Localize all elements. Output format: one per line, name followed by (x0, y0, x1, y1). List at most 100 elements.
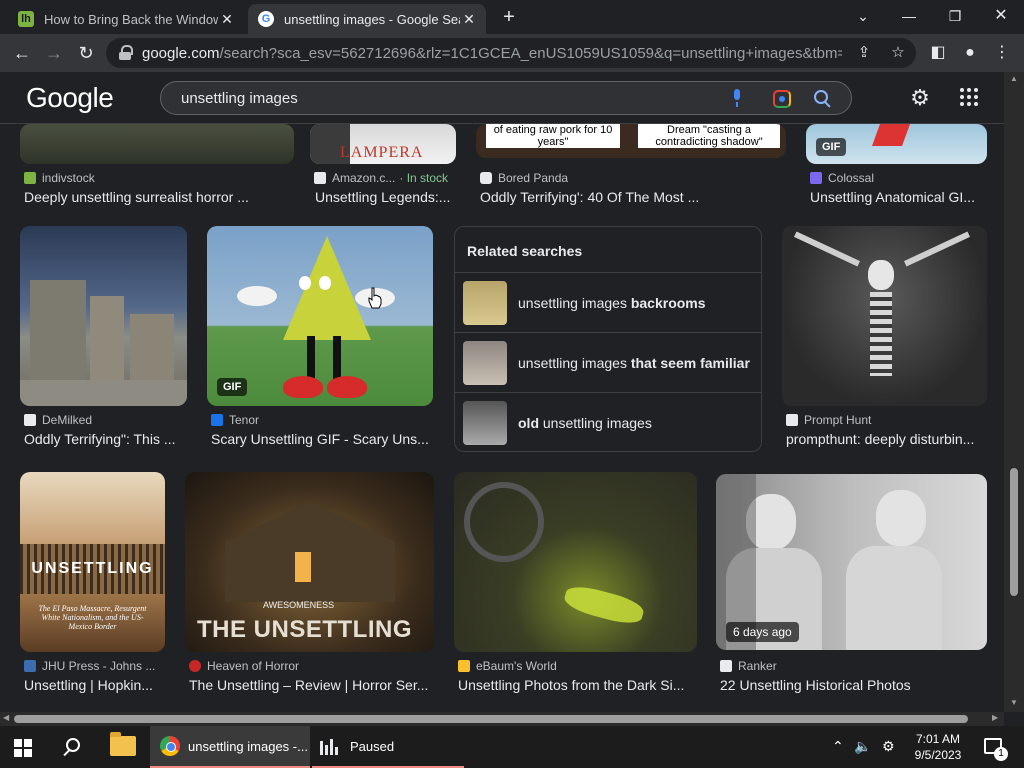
system-clock[interactable]: 7:01 AM 9/5/2023 (908, 731, 968, 763)
profile-icon[interactable]: ● (958, 41, 982, 65)
result-source[interactable]: Colossal (810, 171, 874, 185)
star-icon[interactable]: ☆ (888, 43, 908, 63)
result-caption[interactable]: Unsettling Anatomical GI... (810, 189, 988, 205)
new-tab-icon[interactable]: + (498, 7, 520, 29)
related-thumbnail (463, 280, 507, 325)
gif-badge: GIF (816, 138, 847, 156)
back-icon[interactable]: ← (10, 41, 34, 65)
related-thumbnail (463, 340, 507, 385)
image-thumbnail[interactable]: 6 days ago (716, 474, 987, 650)
image-thumbnail[interactable] (782, 226, 987, 406)
related-search-text[interactable]: unsettling images that seem familiar (518, 355, 750, 371)
tab-strip: lh How to Bring Back the Windows ✕ G uns… (0, 0, 1024, 34)
lock-icon[interactable] (118, 45, 133, 61)
speaker-icon[interactable]: 🔈 (854, 738, 871, 755)
cover-text: LAMPERA (340, 144, 424, 161)
result-source[interactable]: JHU Press - Johns ... (24, 659, 155, 673)
ranker-icon (720, 660, 732, 672)
windows-taskbar: unsettling images -... Paused ⌃ 🔈 ⚙ 7:01… (0, 726, 1024, 768)
demilked-icon (24, 414, 36, 426)
related-search-item[interactable]: unsettling images that seem familiar (455, 332, 761, 392)
taskbar-recorder-window[interactable]: Paused (312, 726, 464, 768)
image-thumbnail[interactable]: AWESOMENESS THE UNSETTLING (185, 472, 434, 652)
tab-google-search[interactable]: G unsettling images - Google Search ✕ (248, 4, 486, 34)
scrollbar-thumb[interactable] (14, 715, 968, 723)
restore-icon[interactable]: ❐ (940, 4, 970, 28)
scroll-right-icon[interactable]: ▶ (992, 713, 998, 722)
colossal-icon (810, 172, 822, 184)
address-bar[interactable]: google.com/search?sca_esv=562712696&rlz=… (106, 38, 916, 68)
result-caption[interactable]: The Unsettling – Review | Horror Ser... (189, 677, 435, 693)
result-source[interactable]: Heaven of Horror (189, 659, 299, 673)
result-caption[interactable]: Scary Unsettling GIF - Scary Uns... (211, 431, 431, 447)
image-thumbnail[interactable]: GIF (806, 124, 987, 164)
scroll-left-icon[interactable]: ◀ (3, 713, 9, 722)
lens-icon[interactable] (773, 90, 791, 108)
chevron-up-icon[interactable]: ⌃ (832, 738, 844, 755)
reload-icon[interactable]: ↻ (74, 41, 98, 65)
result-source[interactable]: eBaum's World (458, 659, 557, 673)
window-close-icon[interactable]: ✕ (986, 4, 1016, 28)
image-thumbnail[interactable]: of eating raw pork for 10 years" Dream "… (476, 124, 786, 158)
close-icon[interactable]: ✕ (460, 10, 478, 28)
result-source[interactable]: DeMilked (24, 413, 92, 427)
result-source[interactable]: Bored Panda (480, 171, 568, 185)
result-caption[interactable]: Deeply unsettling surrealist horror ... (24, 189, 294, 205)
scroll-down-icon[interactable]: ▼ (1009, 698, 1019, 707)
browser-toolbar: ← → ↻ google.com/search?sca_esv=56271269… (0, 34, 1024, 72)
tab-how-to-bring-back[interactable]: lh How to Bring Back the Windows ✕ (8, 4, 244, 34)
chrome-icon (160, 736, 180, 756)
search-icon[interactable] (813, 89, 833, 109)
result-caption[interactable]: Unsettling | Hopkin... (24, 677, 164, 693)
scrollbar-thumb[interactable] (1010, 468, 1018, 596)
chevron-down-icon[interactable]: ⌄ (848, 4, 878, 28)
related-search-text[interactable]: unsettling images backrooms (518, 295, 706, 311)
related-search-text[interactable]: old unsettling images (518, 415, 652, 431)
gear-icon[interactable]: ⚙ (908, 86, 932, 110)
result-source[interactable]: Tenor (211, 413, 259, 427)
amazon-icon (314, 172, 326, 184)
hand-cursor-icon (368, 287, 382, 309)
result-source[interactable]: indivstock (24, 171, 95, 185)
related-searches-panel: Related searches unsettling images backr… (454, 226, 762, 452)
image-thumbnail[interactable] (20, 124, 294, 164)
search-input[interactable]: unsettling images (181, 90, 298, 107)
search-box[interactable]: unsettling images (160, 81, 852, 115)
image-thumbnail[interactable]: UNSETTLING The El Paso Massacre, Resurge… (20, 472, 165, 652)
share-icon[interactable]: ⇪ (854, 43, 874, 63)
image-thumbnail[interactable]: LAMPERA (310, 124, 456, 164)
image-thumbnail[interactable]: GIF (207, 226, 433, 406)
more-options-icon[interactable]: ⋮ (990, 41, 1014, 65)
result-caption[interactable]: Oddly Terrifying': 40 Of The Most ... (480, 189, 780, 205)
screen: lh How to Bring Back the Windows ✕ G uns… (0, 0, 1024, 768)
result-source[interactable]: Amazon.c... · In stock (314, 171, 448, 185)
file-explorer-icon[interactable] (110, 732, 136, 756)
horizontal-scrollbar[interactable]: ◀ ▶ (0, 712, 1004, 726)
gear-icon[interactable]: ⚙ (882, 738, 895, 755)
microphone-icon[interactable] (731, 89, 743, 107)
lh-favicon-icon: lh (18, 11, 34, 27)
google-logo[interactable]: Google (26, 82, 114, 114)
result-caption[interactable]: Oddly Terrifying": This ... (24, 431, 188, 447)
image-thumbnail[interactable] (454, 472, 697, 652)
taskbar-chrome-window[interactable]: unsettling images -... (150, 726, 310, 768)
related-search-item[interactable]: old unsettling images (455, 392, 761, 452)
scroll-up-icon[interactable]: ▲ (1009, 74, 1019, 83)
windows-start-icon[interactable] (14, 739, 32, 757)
side-panel-icon[interactable]: ◧ (926, 41, 950, 65)
result-caption[interactable]: Unsettling Legends:... (315, 189, 455, 205)
search-icon[interactable] (60, 736, 82, 758)
vertical-scrollbar[interactable]: ▲ ▼ (1004, 72, 1024, 712)
forward-icon[interactable]: → (42, 41, 66, 65)
apps-grid-icon[interactable] (960, 88, 978, 106)
image-thumbnail[interactable] (20, 226, 187, 406)
result-caption[interactable]: Unsettling Photos from the Dark Si... (458, 677, 698, 693)
minimize-icon[interactable]: — (894, 4, 924, 28)
result-source[interactable]: Ranker (720, 659, 777, 673)
result-source[interactable]: Prompt Hunt (786, 413, 871, 427)
close-icon[interactable]: ✕ (218, 10, 236, 28)
result-caption[interactable]: prompthunt: deeply disturbin... (786, 431, 986, 447)
result-caption[interactable]: 22 Unsettling Historical Photos (720, 677, 986, 693)
related-search-item[interactable]: unsettling images backrooms (455, 272, 761, 332)
url-text[interactable]: google.com/search?sca_esv=562712696&rlz=… (142, 45, 842, 62)
